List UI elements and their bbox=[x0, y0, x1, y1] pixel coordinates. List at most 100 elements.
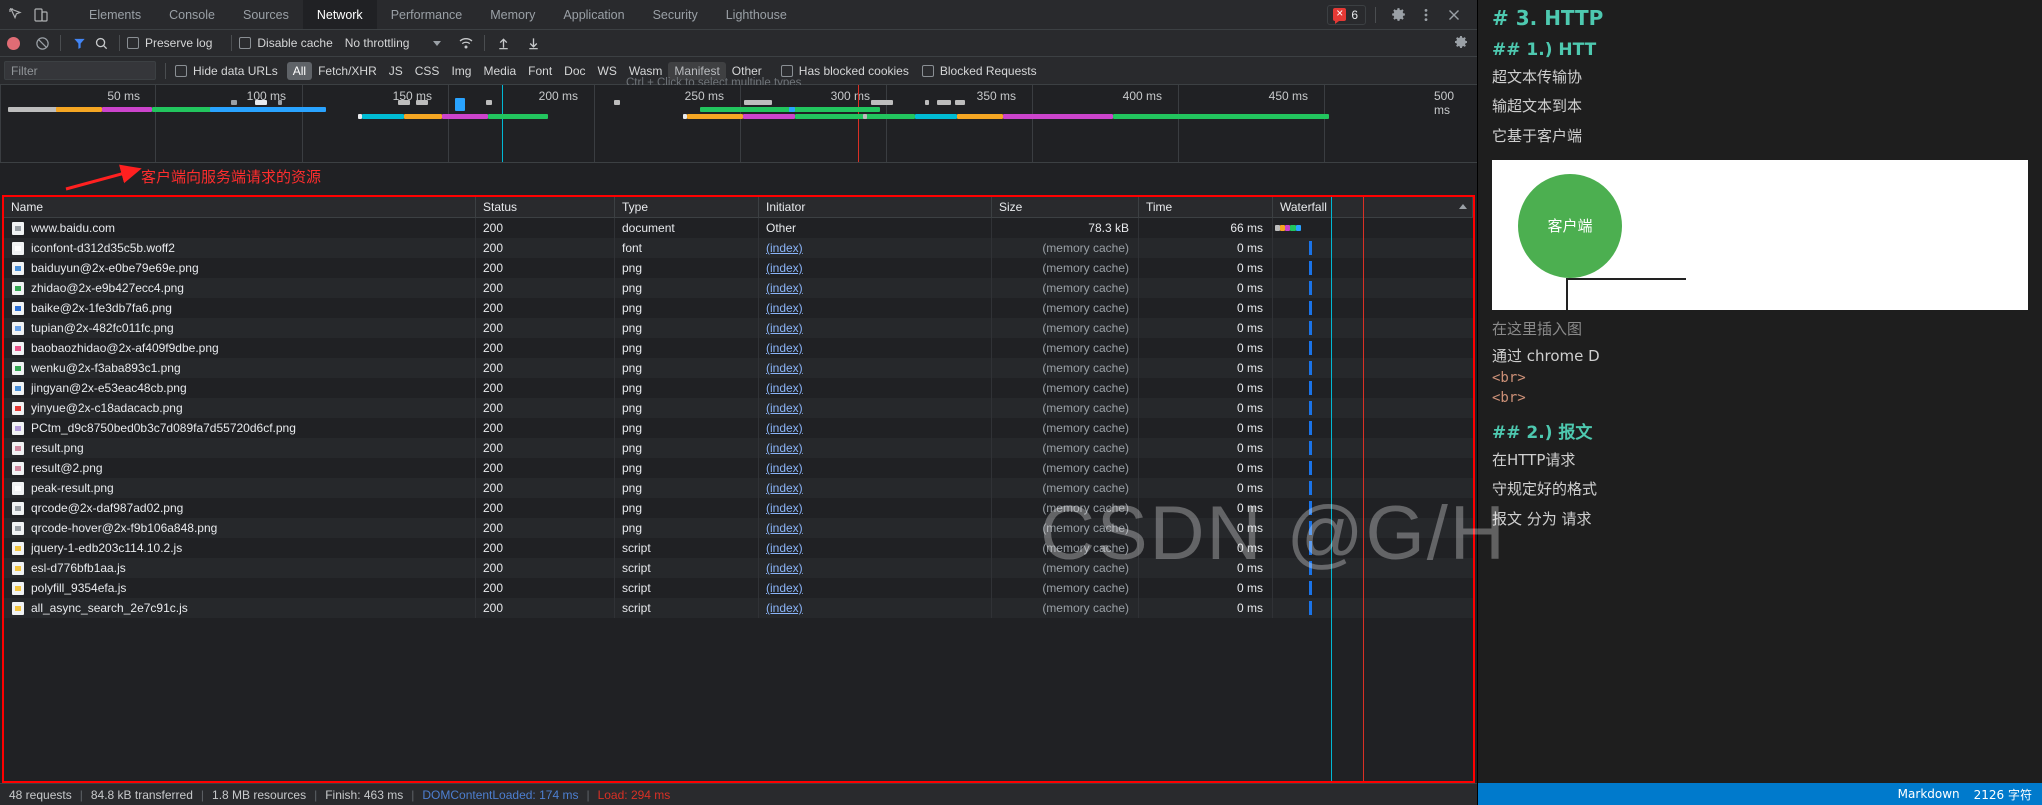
table-row[interactable]: tupian@2x-482fc011fc.png 200 png (index) (me… bbox=[4, 318, 1473, 338]
initiator-link[interactable]: (index) bbox=[766, 321, 803, 335]
column-header-type[interactable]: Type bbox=[615, 197, 759, 217]
table-row[interactable]: wenku@2x-f3aba893c1.png 200 png (index) (mem… bbox=[4, 358, 1473, 378]
filter-type-media[interactable]: Media bbox=[477, 62, 522, 80]
table-row[interactable]: zhidao@2x-e9b427ecc4.png 200 png (index) (me… bbox=[4, 278, 1473, 298]
initiator-link[interactable]: (index) bbox=[766, 301, 803, 315]
preserve-log-checkbox[interactable]: Preserve log bbox=[127, 36, 212, 50]
filter-type-js[interactable]: JS bbox=[383, 62, 409, 80]
close-icon[interactable] bbox=[1441, 2, 1467, 28]
initiator-link[interactable]: (index) bbox=[766, 481, 803, 495]
table-row[interactable]: baike@2x-1fe3db7fa6.png 200 png (index) (mem… bbox=[4, 298, 1473, 318]
table-row[interactable]: yinyue@2x-c18adacacb.png 200 png (index) (me… bbox=[4, 398, 1473, 418]
column-header-waterfall[interactable]: Waterfall bbox=[1273, 197, 1473, 217]
cell-initiator[interactable]: (index) bbox=[759, 358, 992, 378]
cell-initiator[interactable]: (index) bbox=[759, 578, 992, 598]
initiator-link[interactable]: (index) bbox=[766, 561, 803, 575]
filter-type-font[interactable]: Font bbox=[522, 62, 558, 80]
initiator-link[interactable]: (index) bbox=[766, 341, 803, 355]
network-conditions-icon[interactable] bbox=[455, 32, 477, 54]
cell-initiator[interactable]: (index) bbox=[759, 298, 992, 318]
clear-icon[interactable] bbox=[31, 32, 53, 54]
column-header-time[interactable]: Time bbox=[1139, 197, 1273, 217]
error-count-badge[interactable]: 6 bbox=[1327, 4, 1366, 25]
tab-sources[interactable]: Sources bbox=[229, 0, 303, 29]
initiator-link[interactable]: (index) bbox=[766, 541, 803, 555]
throttling-select[interactable]: No throttling bbox=[345, 36, 442, 50]
column-header-name[interactable]: Name bbox=[4, 197, 476, 217]
filter-icon[interactable] bbox=[68, 32, 90, 54]
table-row[interactable]: PCtm_d9c8750bed0b3c7d089fa7d55720d6cf.pn… bbox=[4, 418, 1473, 438]
column-header-size[interactable]: Size bbox=[992, 197, 1139, 217]
table-row[interactable]: qrcode-hover@2x-f9b106a848.png 200 png (ind… bbox=[4, 518, 1473, 538]
hide-data-urls-checkbox[interactable]: Hide data URLs bbox=[175, 64, 278, 78]
gear-icon[interactable] bbox=[1385, 2, 1411, 28]
tab-application[interactable]: Application bbox=[549, 0, 638, 29]
cell-initiator[interactable]: (index) bbox=[759, 438, 992, 458]
filter-type-css[interactable]: CSS bbox=[409, 62, 446, 80]
cell-initiator[interactable]: (index) bbox=[759, 538, 992, 558]
cell-initiator[interactable]: (index) bbox=[759, 378, 992, 398]
import-har-icon[interactable] bbox=[492, 32, 514, 54]
initiator-link[interactable]: (index) bbox=[766, 501, 803, 515]
initiator-link[interactable]: (index) bbox=[766, 581, 803, 595]
has-blocked-cookies-checkbox[interactable]: Has blocked cookies bbox=[780, 64, 909, 78]
tab-security[interactable]: Security bbox=[639, 0, 712, 29]
kebab-menu-icon[interactable] bbox=[1413, 2, 1439, 28]
filter-type-doc[interactable]: Doc bbox=[558, 62, 591, 80]
table-row[interactable]: esl-d776bfb1aa.js 200 script (index) (memory… bbox=[4, 558, 1473, 578]
filter-type-all[interactable]: All bbox=[286, 61, 313, 80]
filter-type-fetch-xhr[interactable]: Fetch/XHR bbox=[312, 62, 383, 80]
column-header-initiator[interactable]: Initiator bbox=[759, 197, 992, 217]
tab-console[interactable]: Console bbox=[155, 0, 229, 29]
cell-initiator[interactable]: (index) bbox=[759, 558, 992, 578]
initiator-link[interactable]: (index) bbox=[766, 421, 803, 435]
table-row[interactable]: jquery-1-edb203c114.10.2.js 200 script (ind… bbox=[4, 538, 1473, 558]
initiator-link[interactable]: (index) bbox=[766, 601, 803, 615]
column-header-status[interactable]: Status bbox=[476, 197, 615, 217]
cell-initiator[interactable]: (index) bbox=[759, 278, 992, 298]
markdown-editor-pane[interactable]: # 3. HTTP ## 1.) HTT 超文本传输协 输超文本到本 它基于客户… bbox=[1478, 0, 2042, 805]
initiator-link[interactable]: (index) bbox=[766, 261, 803, 275]
table-row[interactable]: www.baidu.com 200 document Other 78.3 kB 66 m… bbox=[4, 218, 1473, 238]
table-row[interactable]: baiduyun@2x-e0be79e69e.png 200 png (index) (… bbox=[4, 258, 1473, 278]
cell-initiator[interactable]: (index) bbox=[759, 398, 992, 418]
cell-initiator[interactable]: (index) bbox=[759, 478, 992, 498]
cell-initiator[interactable]: (index) bbox=[759, 498, 992, 518]
export-har-icon[interactable] bbox=[522, 32, 544, 54]
cell-initiator[interactable]: (index) bbox=[759, 318, 992, 338]
cell-initiator[interactable]: (index) bbox=[759, 238, 992, 258]
cell-initiator[interactable]: (index) bbox=[759, 518, 992, 538]
initiator-link[interactable]: (index) bbox=[766, 361, 803, 375]
tab-network[interactable]: Network bbox=[302, 0, 377, 29]
search-icon[interactable] bbox=[90, 32, 112, 54]
tab-memory[interactable]: Memory bbox=[476, 0, 549, 29]
table-row[interactable]: baobaozhidao@2x-af409f9dbe.png 200 png (ind… bbox=[4, 338, 1473, 358]
table-row[interactable]: iconfont-d312d35c5b.woff2 200 font (index) (… bbox=[4, 238, 1473, 258]
cell-initiator[interactable]: (index) bbox=[759, 338, 992, 358]
initiator-link[interactable]: (index) bbox=[766, 461, 803, 475]
cell-initiator[interactable]: (index) bbox=[759, 258, 992, 278]
table-row[interactable]: peak-result.png 200 png (index) (memory cach… bbox=[4, 478, 1473, 498]
filter-type-ws[interactable]: WS bbox=[592, 62, 623, 80]
table-row[interactable]: jingyan@2x-e53eac48cb.png 200 png (index) (m… bbox=[4, 378, 1473, 398]
device-toolbar-icon[interactable] bbox=[33, 7, 49, 23]
filter-input[interactable] bbox=[4, 61, 156, 80]
tab-elements[interactable]: Elements bbox=[75, 0, 155, 29]
initiator-link[interactable]: (index) bbox=[766, 521, 803, 535]
filter-type-img[interactable]: Img bbox=[445, 62, 477, 80]
table-row[interactable]: qrcode@2x-daf987ad02.png 200 png (index) (me… bbox=[4, 498, 1473, 518]
table-row[interactable]: result.png 200 png (index) (memory cache) 0 m… bbox=[4, 438, 1473, 458]
initiator-link[interactable]: (index) bbox=[766, 401, 803, 415]
cell-initiator[interactable]: (index) bbox=[759, 598, 992, 618]
network-settings-gear-icon[interactable] bbox=[1453, 34, 1477, 53]
record-button-icon[interactable] bbox=[7, 36, 20, 50]
initiator-link[interactable]: (index) bbox=[766, 441, 803, 455]
network-overview-timeline[interactable]: 50 ms 100 ms 150 ms 200 ms 250 ms 300 ms… bbox=[0, 85, 1477, 163]
disable-cache-checkbox[interactable]: Disable cache bbox=[239, 36, 333, 50]
blocked-requests-checkbox[interactable]: Blocked Requests bbox=[921, 64, 1037, 78]
cell-initiator[interactable]: (index) bbox=[759, 418, 992, 438]
cell-initiator[interactable]: Other bbox=[759, 218, 992, 238]
tab-lighthouse[interactable]: Lighthouse bbox=[712, 0, 801, 29]
table-row[interactable]: result@2.png 200 png (index) (memory cache) 0… bbox=[4, 458, 1473, 478]
initiator-link[interactable]: (index) bbox=[766, 381, 803, 395]
